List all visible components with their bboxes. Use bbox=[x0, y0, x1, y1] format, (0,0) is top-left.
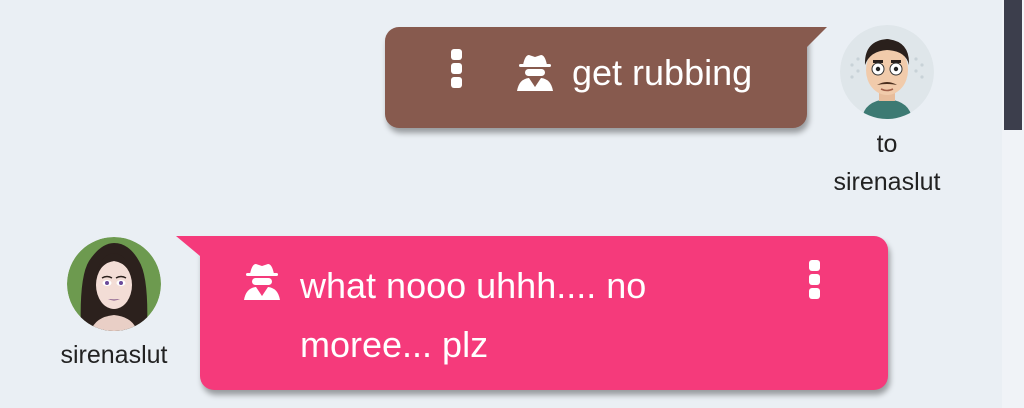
bubble-tail bbox=[176, 236, 200, 256]
more-vert-icon[interactable] bbox=[451, 49, 463, 89]
outgoing-message-bubble[interactable]: get rubbing bbox=[385, 27, 827, 128]
spy-icon bbox=[244, 264, 280, 300]
recipient-label: to sirenaslut bbox=[833, 130, 941, 196]
man-avatar-icon bbox=[840, 25, 934, 119]
more-vert-icon[interactable] bbox=[809, 260, 821, 300]
scrollbar-thumb[interactable] bbox=[1004, 0, 1022, 130]
sender-label: sirenaslut bbox=[60, 341, 168, 369]
incoming-message-bubble[interactable]: what nooo uhhh.... no moree... plz bbox=[176, 236, 888, 390]
spy-icon bbox=[517, 55, 553, 91]
message-text: what nooo uhhh.... no moree... plz bbox=[300, 265, 647, 366]
recipient-avatar[interactable] bbox=[840, 25, 934, 119]
message-text: get rubbing bbox=[572, 52, 753, 93]
chat-screen: get rubbing to sirenaslut what nooo uhhh… bbox=[0, 0, 1024, 408]
woman-avatar-icon bbox=[67, 237, 161, 331]
sender-avatar[interactable] bbox=[67, 237, 161, 331]
scrollbar[interactable] bbox=[1002, 0, 1024, 408]
bubble-tail bbox=[805, 27, 827, 49]
